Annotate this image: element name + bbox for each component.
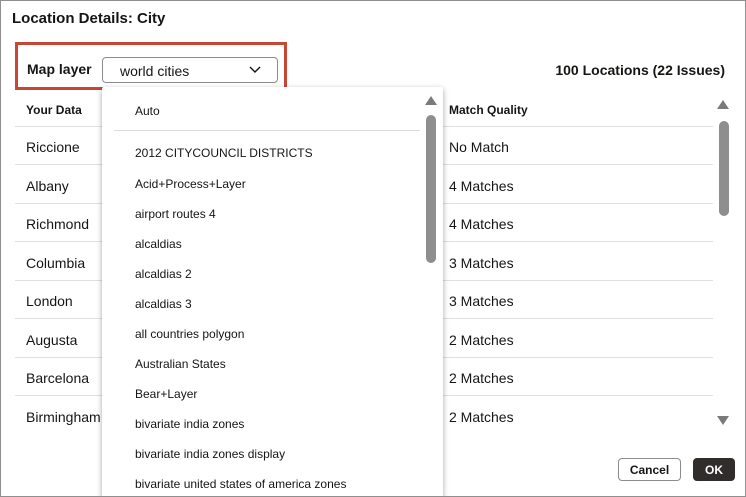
location-count: 100 Locations (22 Issues): [555, 62, 725, 78]
scroll-up-arrow-icon[interactable]: [424, 94, 438, 106]
cell-your-data: Richmond: [26, 216, 90, 232]
cell-your-data: London: [26, 293, 73, 309]
dropdown-option[interactable]: Australian States: [135, 357, 226, 371]
dropdown-option[interactable]: bivariate united states of america zones: [135, 477, 346, 491]
cell-match-quality[interactable]: 3 Matches: [449, 255, 514, 271]
map-layer-select[interactable]: world cities: [102, 57, 278, 83]
dropdown-option[interactable]: bivariate india zones display: [135, 447, 285, 461]
cell-match-quality[interactable]: 2 Matches: [449, 332, 514, 348]
cancel-button[interactable]: Cancel: [618, 458, 681, 481]
cell-match-quality[interactable]: 4 Matches: [449, 178, 514, 194]
dropdown-option[interactable]: 2012 CITYCOUNCIL DISTRICTS: [135, 146, 313, 160]
cell-match-quality[interactable]: 3 Matches: [449, 293, 514, 309]
map-layer-label: Map layer: [27, 61, 92, 77]
dropdown-option[interactable]: alcaldias: [135, 237, 182, 251]
cell-match-quality[interactable]: No Match: [449, 139, 509, 155]
dropdown-option[interactable]: bivariate india zones: [135, 417, 244, 431]
cell-match-quality[interactable]: 2 Matches: [449, 409, 514, 425]
table-scrollbar-thumb[interactable]: [719, 121, 729, 216]
dropdown-scrollbar-thumb[interactable]: [426, 115, 436, 263]
cell-your-data: Barcelona: [26, 370, 90, 386]
column-header-your-data[interactable]: Your Data: [26, 103, 82, 117]
map-layer-dropdown-list: Auto 2012 CITYCOUNCIL DISTRICTS Acid+Pro…: [102, 87, 443, 496]
cell-your-data: Riccione: [26, 139, 80, 155]
location-details-dialog: Location Details: City Map layer world c…: [0, 0, 746, 497]
scroll-up-arrow-icon[interactable]: [716, 98, 730, 110]
option-separator: [114, 130, 420, 131]
chevron-down-icon: [249, 66, 261, 73]
dropdown-option[interactable]: airport routes 4: [135, 207, 216, 221]
dialog-title: Location Details: City: [12, 10, 166, 27]
dropdown-option[interactable]: alcaldias 2: [135, 267, 192, 281]
column-header-match-quality[interactable]: Match Quality: [449, 103, 528, 117]
dropdown-option[interactable]: alcaldias 3: [135, 297, 192, 311]
dropdown-option[interactable]: Bear+Layer: [135, 387, 197, 401]
cell-match-quality[interactable]: 4 Matches: [449, 216, 514, 232]
dropdown-option[interactable]: Acid+Process+Layer: [135, 177, 246, 191]
dropdown-option[interactable]: Auto: [135, 104, 160, 118]
scroll-down-arrow-icon[interactable]: [716, 415, 730, 427]
map-layer-selected-value: world cities: [120, 63, 190, 79]
cell-match-quality[interactable]: 2 Matches: [449, 370, 514, 386]
cell-your-data: Birmingham: [26, 409, 101, 425]
dropdown-option[interactable]: all countries polygon: [135, 327, 244, 341]
cell-your-data: Columbia: [26, 255, 86, 271]
cell-your-data: Augusta: [26, 332, 78, 348]
ok-button[interactable]: OK: [693, 458, 735, 481]
cell-your-data: Albany: [26, 178, 69, 194]
